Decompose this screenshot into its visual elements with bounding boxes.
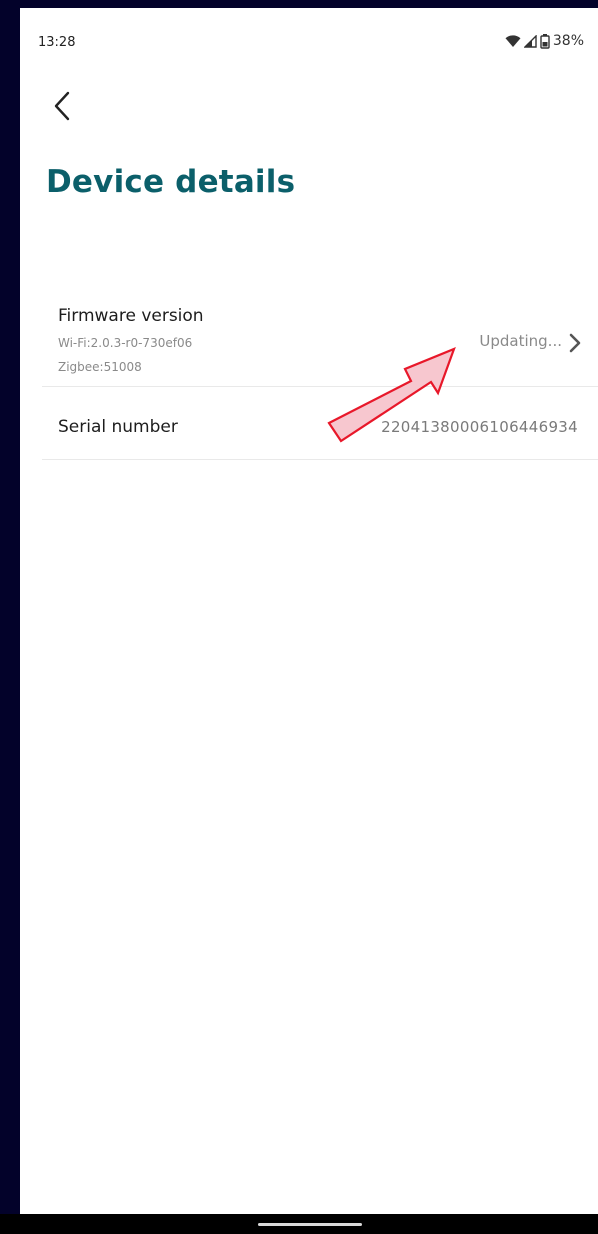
zigbee-firmware-version: Zigbee:51008 [58,360,142,374]
wifi-icon [505,34,521,48]
system-nav-bar [0,1214,598,1234]
status-bar: 13:28 38% [20,8,598,60]
status-icons: 38% [505,33,584,49]
battery-percent: 38% [552,33,584,49]
signal-icon [523,34,537,48]
chevron-left-icon [54,91,70,121]
serial-number-row: Serial number 22041380006106446934 [42,386,598,460]
firmware-update-status: Updating... [479,332,562,350]
serial-number-label: Serial number [58,417,178,437]
chevron-right-icon[interactable] [567,332,583,354]
firmware-version-label: Firmware version [58,306,204,326]
page-title: Device details [46,164,296,200]
device-frame: 13:28 38% Device details Firmware versio… [0,0,598,1234]
back-button[interactable] [44,88,80,124]
firmware-version-row[interactable]: Firmware version Wi-Fi:2.0.3-r0-730ef06 … [42,293,598,387]
battery-icon [540,33,550,49]
home-gesture-bar[interactable] [258,1223,362,1226]
serial-number-value: 22041380006106446934 [381,418,578,436]
app-screen: 13:28 38% Device details Firmware versio… [20,8,598,1214]
status-time: 13:28 [38,35,76,50]
wifi-firmware-version: Wi-Fi:2.0.3-r0-730ef06 [58,336,193,350]
